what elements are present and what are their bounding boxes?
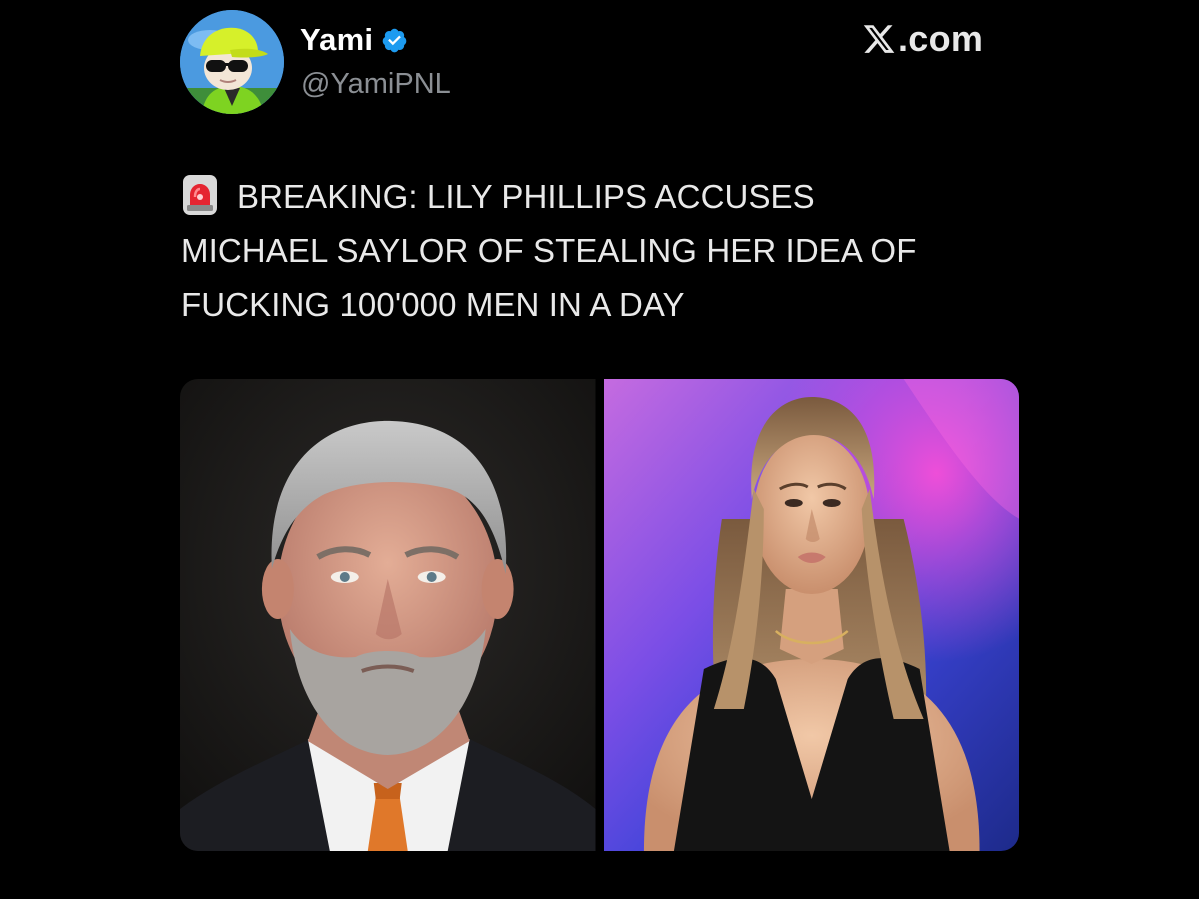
avatar-cartoon-icon — [180, 10, 284, 114]
tweet-text: BREAKING: LILY PHILLIPS ACCUSES MICHAEL … — [181, 170, 1021, 332]
verified-badge-icon — [382, 28, 407, 52]
tweet-text-line-1: BREAKING: LILY PHILLIPS ACCUSES — [181, 170, 1021, 224]
man-in-suit-photo[interactable] — [180, 379, 596, 851]
tweet-text-content-1: BREAKING: LILY PHILLIPS ACCUSES — [237, 178, 815, 215]
avatar[interactable] — [180, 10, 284, 114]
brand-suffix: .com — [898, 18, 984, 59]
tweet-text-line-2: MICHAEL SAYLOR OF STEALING HER IDEA OF — [181, 232, 917, 269]
tweet-text-line-3: FUCKING 100'000 MEN IN A DAY — [181, 286, 685, 323]
author-name-row[interactable]: Yami — [300, 22, 408, 58]
author-handle[interactable]: @YamiPNL — [301, 68, 451, 101]
author-display-name[interactable]: Yami — [300, 22, 373, 58]
police-siren-icon — [183, 175, 217, 215]
x-logo-icon — [863, 25, 895, 53]
woman-portrait-image — [603, 379, 1019, 851]
woman-portrait-photo[interactable] — [603, 379, 1019, 851]
media-grid — [180, 379, 1019, 851]
man-in-suit-image — [180, 379, 596, 851]
brand-watermark: .com — [862, 18, 983, 60]
